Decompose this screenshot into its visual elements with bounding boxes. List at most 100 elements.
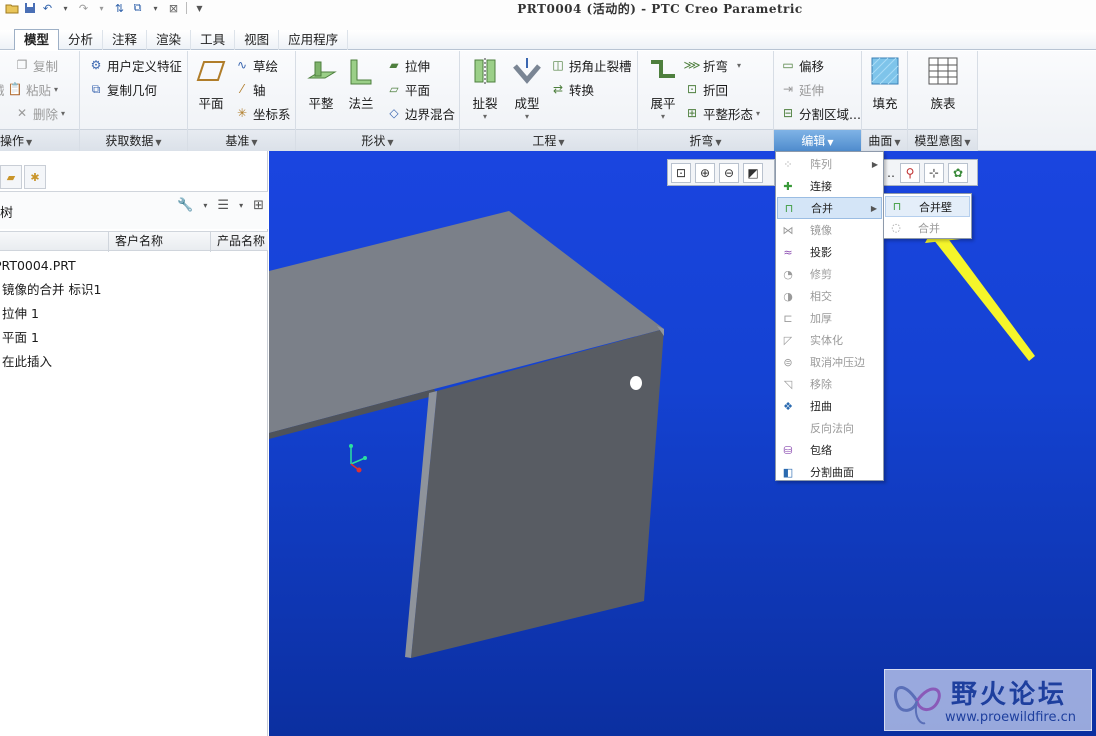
favorites-tab[interactable]: ✱ — [24, 165, 46, 189]
family-table-button[interactable]: 族表 — [920, 55, 966, 127]
menu-item-thicken[interactable]: ⊏ 加厚 — [777, 307, 882, 329]
submenu-item-merge[interactable]: ◌ 合并 — [885, 217, 970, 238]
group-label-surfaces[interactable]: 曲面 ▼ — [862, 129, 907, 151]
split-area-button[interactable]: ⊟ 分割区域... — [780, 102, 861, 124]
group-label-get-data[interactable]: 获取数据 ▼ — [80, 129, 187, 151]
windows-dropdown-icon[interactable]: ▾ — [148, 1, 163, 15]
menu-item-remove[interactable]: ◹ 移除 — [777, 373, 882, 395]
menu-item-intersect[interactable]: ◑ 相交 — [777, 285, 882, 307]
group-label-engineering[interactable]: 工程 ▼ — [460, 129, 637, 151]
group-label-operations[interactable]: 操作 ▼ — [0, 129, 79, 151]
menu-item-merge[interactable]: ⊓ 合并 ▶ — [777, 197, 882, 219]
tab-model[interactable]: 模型 — [14, 29, 60, 50]
list-item[interactable]: 在此插入 — [0, 351, 268, 375]
group-label-bends[interactable]: 折弯 ▼ — [638, 129, 773, 151]
flatten-form-button[interactable]: ⊞ 平整形态 ▾ — [684, 102, 760, 124]
list-item[interactable]: 平面 1 — [0, 327, 268, 351]
udf-button[interactable]: ⚙ 用户定义特征 — [88, 54, 182, 76]
delete-dropdown-icon[interactable]: ▾ — [61, 109, 65, 118]
flange-wall-button[interactable]: 法兰 — [338, 55, 384, 127]
plane-button[interactable]: 平面 — [188, 55, 234, 127]
spin-center-icon[interactable]: ✿ — [948, 162, 968, 183]
bend-dropdown-icon[interactable]: ▾ — [737, 61, 741, 70]
settings-icon[interactable]: 🔧 — [177, 198, 193, 213]
extend-icon: ⇥ — [782, 82, 794, 96]
paste-dropdown-icon[interactable]: ▾ — [54, 85, 58, 94]
tab-view[interactable]: 视图 — [235, 30, 280, 50]
csys-button[interactable]: ✳ 坐标系 — [234, 102, 291, 124]
column-header[interactable]: 客户名称 — [108, 232, 210, 252]
filter-icon[interactable]: ⊞ — [253, 198, 264, 213]
open-icon[interactable] — [4, 1, 19, 15]
save-icon[interactable] — [22, 1, 37, 15]
undo-icon[interactable]: ↶ — [40, 1, 55, 15]
axis-button[interactable]: ⁄ 轴 — [234, 78, 266, 100]
menu-item-solidify[interactable]: ◸ 实体化 — [777, 329, 882, 351]
zoom-in-icon[interactable]: ⊕ — [695, 162, 715, 183]
list-item[interactable]: 镜像的合并 标识1 — [0, 279, 268, 303]
menu-item-trim[interactable]: ◔ 修剪 — [777, 263, 882, 285]
windows-icon[interactable]: ⧉ — [130, 1, 145, 15]
customize-qat-icon[interactable]: ▼ — [192, 1, 207, 15]
show-icon[interactable]: ☰ — [217, 198, 229, 213]
zoom-out-icon[interactable]: ⊖ — [719, 162, 739, 183]
undo-dropdown-icon[interactable]: ▾ — [58, 1, 73, 15]
refit-icon[interactable]: ⊡ — [671, 162, 691, 183]
regenerate-icon[interactable]: ⇅ — [112, 1, 127, 15]
form-dropdown-icon[interactable]: ▾ — [525, 112, 529, 121]
column-header[interactable]: 产品名称 — [210, 232, 268, 252]
list-item[interactable]: PRT0004.PRT — [0, 255, 268, 279]
redo-dropdown-icon[interactable]: ▾ — [94, 1, 109, 15]
rip-button[interactable]: 扯裂 ▾ — [462, 55, 508, 127]
datum-display-icon[interactable]: ‥ — [886, 163, 896, 183]
redo-icon[interactable]: ↷ — [76, 1, 91, 15]
menu-item-pattern[interactable]: ⁘ 阵列 ▶ — [777, 153, 882, 175]
menu-item-connect[interactable]: ✚ 连接 — [777, 175, 882, 197]
menu-item-split-surface[interactable]: ◧ 分割曲面 — [777, 461, 882, 483]
repaint-icon[interactable]: ◩ — [743, 162, 763, 183]
csys-display-icon[interactable]: ⊹ — [924, 162, 944, 183]
unbend-button[interactable]: 展平 ▾ — [640, 55, 686, 127]
list-item[interactable]: 拉伸 1 — [0, 303, 268, 327]
extend-button[interactable]: ⇥ 延伸 — [780, 78, 824, 100]
copy-geometry-button[interactable]: ⧉ 复制几何 — [88, 78, 157, 100]
group-label-model-intent[interactable]: 模型意图 ▼ — [908, 129, 977, 151]
tab-applications[interactable]: 应用程序 — [279, 30, 349, 50]
menu-item-flip-normals[interactable]: 反向法向 — [777, 417, 882, 439]
planar-button[interactable]: ▱ 平面 — [386, 78, 430, 100]
form-button[interactable]: 成型 ▾ — [504, 55, 550, 127]
sketch-button[interactable]: ∿ 草绘 — [234, 54, 278, 76]
cut-button[interactable]: 械📋粘贴▾ — [0, 78, 58, 100]
group-label-editing[interactable]: 编辑 ▼ — [774, 129, 861, 151]
rip-dropdown-icon[interactable]: ▾ — [483, 112, 487, 121]
menu-item-unstamp-edges[interactable]: ⊜ 取消冲压边 — [777, 351, 882, 373]
flatten-form-dropdown-icon[interactable]: ▾ — [756, 109, 760, 118]
submenu-item-merge-wall[interactable]: ⊓ 合并壁 — [885, 196, 970, 217]
offset-button[interactable]: ▭ 偏移 — [780, 54, 824, 76]
show-dropdown-icon[interactable]: ▾ — [239, 201, 243, 210]
group-label-shapes[interactable]: 形状 ▼ — [296, 129, 459, 151]
delete-button[interactable]: ✕ 删除 ▾ — [14, 102, 65, 124]
corner-relief-button[interactable]: ◫ 拐角止裂槽 — [550, 54, 631, 76]
settings-dropdown-icon[interactable]: ▾ — [203, 201, 207, 210]
convert-button[interactable]: ⇄ 转换 — [550, 78, 594, 100]
menu-item-project[interactable]: ≈ 投影 — [777, 241, 882, 263]
boundary-blend-button[interactable]: ◇ 边界混合 — [386, 102, 455, 124]
tab-annotate[interactable]: 注释 — [103, 30, 148, 50]
folder-browser-tab[interactable]: ▰ — [0, 165, 22, 189]
tab-analysis[interactable]: 分析 — [59, 30, 104, 50]
group-label-datum[interactable]: 基准 ▼ — [188, 129, 295, 151]
copy-button[interactable]: ❐ 复制 — [14, 54, 58, 76]
close-window-icon[interactable]: ⊠ — [166, 1, 181, 15]
menu-item-warp[interactable]: ❖ 扭曲 — [777, 395, 882, 417]
datum-points-icon[interactable]: ⚲ — [900, 162, 920, 183]
unbend-dropdown-icon[interactable]: ▾ — [661, 112, 665, 121]
extrude-button[interactable]: ▰ 拉伸 — [386, 54, 430, 76]
tab-render[interactable]: 渲染 — [147, 30, 192, 50]
tab-tools[interactable]: 工具 — [191, 30, 236, 50]
fill-button[interactable]: 填充 — [862, 55, 908, 127]
menu-item-wrap[interactable]: ⛁ 包络 — [777, 439, 882, 461]
bend-back-button[interactable]: ⊡ 折回 — [684, 78, 728, 100]
bend-button[interactable]: ⋙ 折弯 ▾ — [683, 54, 741, 76]
menu-item-mirror[interactable]: ⋈ 镜像 — [777, 219, 882, 241]
